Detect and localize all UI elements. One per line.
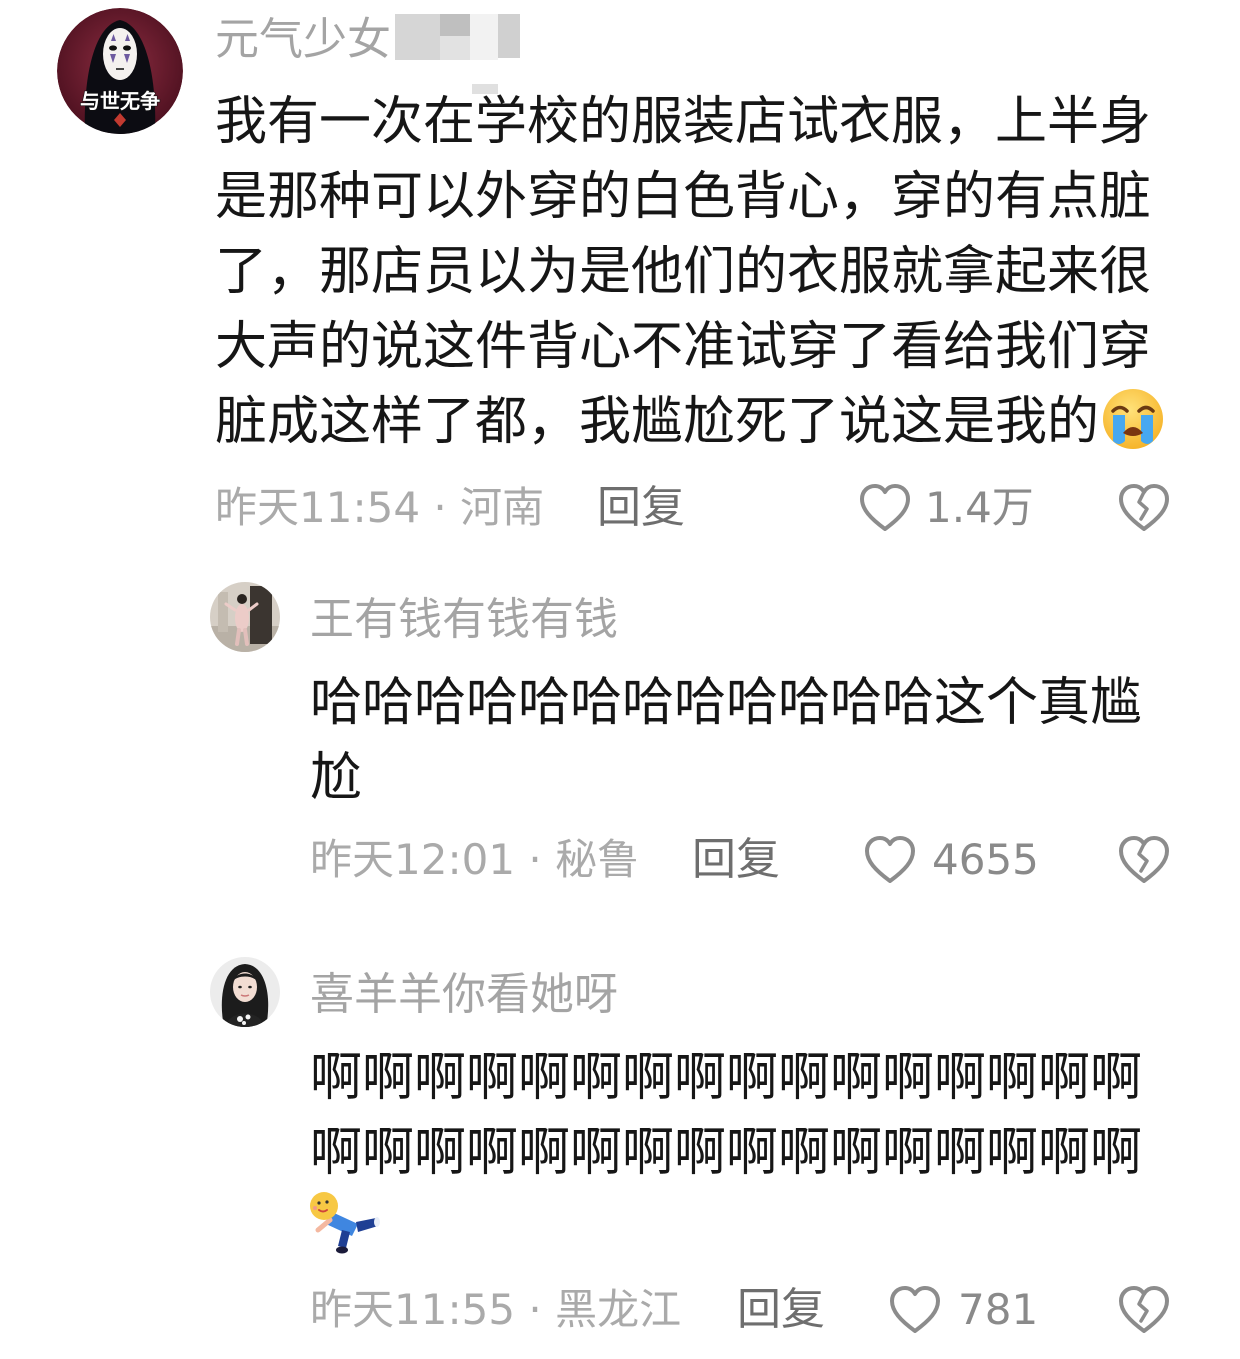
dislike-button[interactable]: [1117, 482, 1171, 534]
comment-meta-time-location: 昨天12:01 · 秘鲁: [310, 835, 640, 884]
comment-text: 我有一次在学校的服装店试衣服，上半身 是那种可以外穿的白色背心，穿的有点脏 了，…: [215, 85, 1165, 460]
comment-text: 哈哈哈哈哈哈哈哈哈哈哈哈这个真尴 尬: [310, 666, 1142, 816]
redaction-block: [470, 14, 498, 60]
comment-text-line-content: 脏成这样了都，我尴尬死了说这是我的: [215, 392, 1100, 452]
comment-text-line: 哈哈哈哈哈哈哈哈哈哈哈哈这个真尴: [310, 673, 1143, 733]
heart-outline-icon: [890, 1286, 940, 1333]
loudly-crying-face-emoji-icon: [1103, 389, 1164, 449]
comment-text-line: 我有一次在学校的服装店试衣服，上半身: [215, 92, 1152, 152]
reply-button[interactable]: 回复: [737, 1288, 825, 1332]
reply-button[interactable]: 回复: [692, 838, 780, 882]
comment-meta-time-location: 昨天11:55 · 黑龙江: [310, 1285, 682, 1334]
comment-text-line: 是那种可以外穿的白色背心，穿的有点脏: [215, 167, 1152, 227]
like-button[interactable]: [888, 1284, 942, 1336]
redaction-block: [498, 14, 520, 58]
comment-text-line: 了，那店员以为是他们的衣服就拿起来很: [215, 242, 1152, 302]
comment-text-line: 大声的说这件背心不准试穿了看给我们穿: [215, 317, 1152, 377]
broken-heart-icon: [1119, 1286, 1169, 1333]
avatar[interactable]: [210, 957, 280, 1027]
like-button[interactable]: [858, 482, 912, 534]
comment-text-line: 啊啊啊啊啊啊啊啊啊啊啊啊啊啊啊啊: [310, 1048, 1143, 1108]
comment-thread: 与世无争 元气少女 我有一次在学校的服装店试衣服，上半身 是那种可以外穿的白色背…: [0, 0, 1240, 1359]
broken-heart-icon: [1119, 484, 1169, 531]
user-photo-avatar-icon: [210, 957, 280, 1027]
falling-figure-sticker: [306, 1190, 380, 1254]
like-count: 1.4万: [925, 483, 1034, 532]
username[interactable]: 喜羊羊你看她呀: [310, 973, 618, 1017]
comment-text-line: 尬: [310, 748, 363, 808]
heart-outline-icon: [865, 836, 915, 883]
broken-heart-icon: [1119, 836, 1169, 883]
avatar[interactable]: [210, 582, 280, 652]
like-count: 781: [958, 1285, 1039, 1334]
dislike-button[interactable]: [1117, 834, 1171, 886]
avatar-badge-text: 与世无争: [80, 89, 160, 113]
avatar[interactable]: 与世无争: [57, 8, 183, 134]
comment-meta-time-location: 昨天11:54 · 河南: [215, 483, 545, 532]
reply-button[interactable]: 回复: [597, 486, 685, 530]
like-button[interactable]: [863, 834, 917, 886]
dislike-button[interactable]: [1117, 1284, 1171, 1336]
heart-outline-icon: [860, 484, 910, 531]
redaction-block: [440, 36, 470, 60]
comment-text-line: 脏成这样了都，我尴尬死了说这是我的: [215, 385, 1165, 460]
redaction-block: [395, 14, 440, 60]
no-face-avatar-icon: 与世无争: [57, 8, 183, 134]
username[interactable]: 元气少女: [215, 18, 391, 62]
falling-figure-sticker-icon: [310, 1192, 380, 1254]
username[interactable]: 王有钱有钱有钱: [310, 598, 618, 642]
comment-text-line: 啊啊啊啊啊啊啊啊啊啊啊啊啊啊啊啊: [310, 1123, 1143, 1183]
user-photo-avatar-icon: [210, 582, 280, 652]
redaction-block: [440, 14, 470, 36]
like-count: 4655: [932, 835, 1039, 884]
comment-text: 啊啊啊啊啊啊啊啊啊啊啊啊啊啊啊啊 啊啊啊啊啊啊啊啊啊啊啊啊啊啊啊啊: [310, 1041, 1142, 1191]
